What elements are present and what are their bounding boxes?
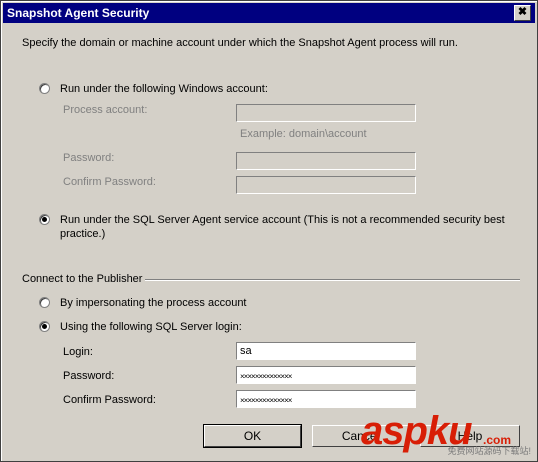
option-impersonate-label[interactable]: By impersonating the process account (60, 297, 247, 309)
sql-confirm-password-field[interactable] (236, 390, 416, 408)
confirm-password-label: Confirm Password: (63, 176, 156, 188)
confirm-password-field[interactable] (236, 176, 416, 194)
example-hint: Example: domain\account (240, 128, 367, 140)
group-title: Connect to the Publisher (22, 273, 143, 285)
sql-password-label: Password: (63, 370, 115, 382)
title-bar[interactable]: Snapshot Agent Security ✖ (3, 3, 535, 23)
intro-text: Specify the domain or machine account un… (22, 37, 458, 49)
sql-password-field[interactable] (236, 366, 416, 384)
watermark-logo: aspku .com 免费网站源码下载站! (361, 411, 531, 457)
window-title: Snapshot Agent Security (7, 6, 150, 20)
option-sql-login-label[interactable]: Using the following SQL Server login: (60, 321, 242, 333)
login-field[interactable] (236, 342, 416, 360)
group-divider (145, 279, 520, 281)
password-label: Password: (63, 152, 115, 164)
ok-button[interactable]: OK (203, 424, 302, 448)
sql-confirm-password-label: Confirm Password: (63, 394, 156, 406)
radio-sql-login[interactable] (39, 321, 50, 332)
watermark-tagline: 免费网站源码下载站! (447, 446, 531, 456)
option-windows-account-label[interactable]: Run under the following Windows account: (60, 83, 268, 95)
password-field[interactable] (236, 152, 416, 170)
close-icon[interactable]: ✖ (514, 5, 531, 21)
process-account-label: Process account: (63, 104, 148, 116)
login-label: Login: (63, 346, 93, 358)
dialog-window: Snapshot Agent Security ✖ Specify the do… (0, 0, 538, 462)
process-account-field[interactable] (236, 104, 416, 122)
radio-windows-account[interactable] (39, 83, 50, 94)
radio-impersonate[interactable] (39, 297, 50, 308)
radio-agent-account[interactable] (39, 214, 50, 225)
option-agent-account-label[interactable]: Run under the SQL Server Agent service a… (60, 213, 505, 241)
